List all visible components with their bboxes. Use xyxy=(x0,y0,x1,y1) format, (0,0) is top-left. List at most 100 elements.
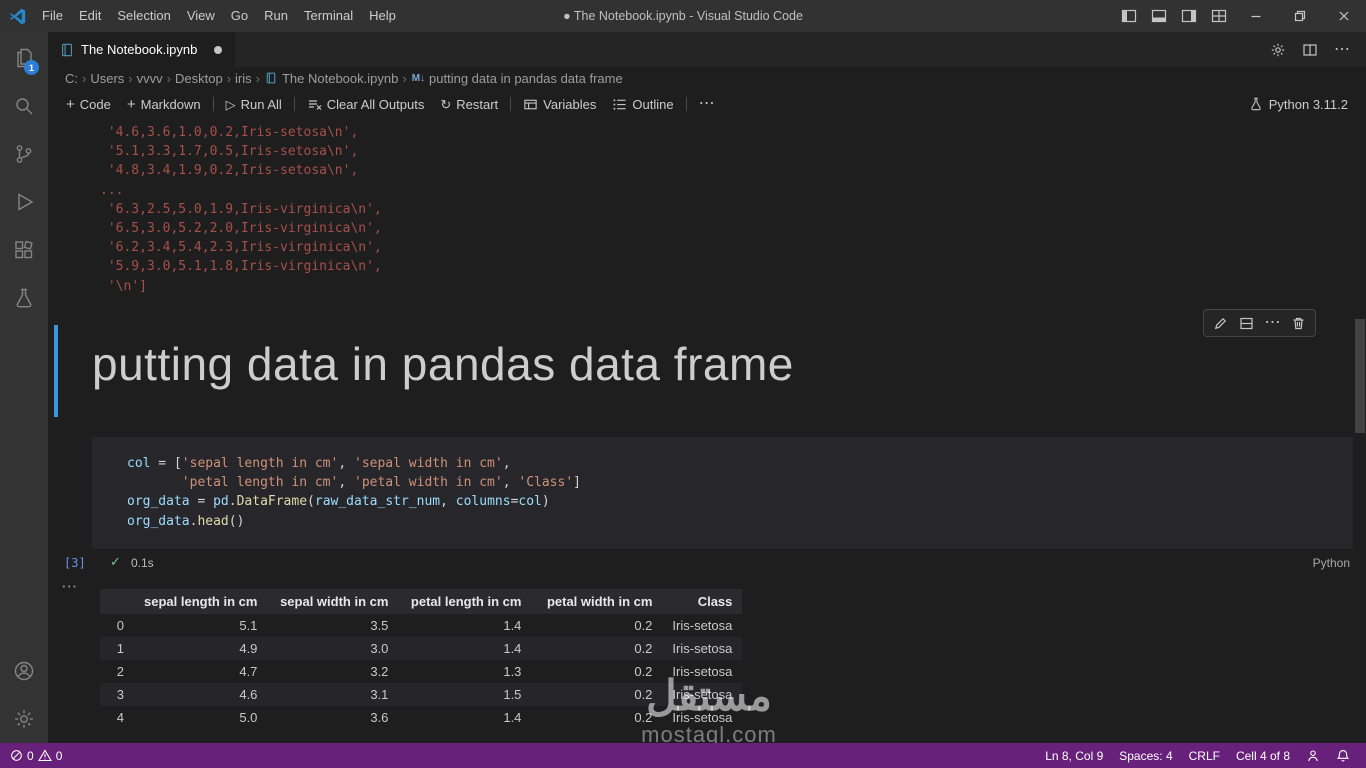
breadcrumb-user[interactable]: vvvv xyxy=(136,71,164,86)
menu-view[interactable]: View xyxy=(179,0,223,32)
close-button[interactable] xyxy=(1322,0,1366,32)
source-control-icon[interactable] xyxy=(0,130,48,178)
cursor-position[interactable]: Ln 8, Col 9 xyxy=(1045,749,1103,763)
toolbar-separator xyxy=(510,97,512,111)
breadcrumb-drive[interactable]: C: xyxy=(64,71,79,86)
cell-more-actions-icon[interactable]: ⋯ xyxy=(1261,313,1284,333)
notebook-body: '4.6,3.6,1.0,0.2,Iris-setosa\n', '5.1,3.… xyxy=(48,119,1366,743)
search-icon[interactable] xyxy=(0,82,48,130)
kernel-picker[interactable]: Python 3.11.2 xyxy=(1249,97,1366,112)
menu-terminal[interactable]: Terminal xyxy=(296,0,361,32)
output-collapse-toggle[interactable]: ··· xyxy=(62,579,78,594)
dataframe-table: sepal length in cm sepal width in cm pet… xyxy=(100,589,743,729)
breadcrumb-symbol[interactable]: putting data in pandas data frame xyxy=(428,71,624,86)
problems-indicator[interactable]: 0 0 xyxy=(10,749,62,763)
settings-gear-icon[interactable] xyxy=(0,695,48,743)
menu-help[interactable]: Help xyxy=(361,0,404,32)
delete-cell-icon[interactable] xyxy=(1287,313,1310,333)
status-bar: 0 0 Ln 8, Col 9 Spaces: 4 CRLF Cell 4 of… xyxy=(0,743,1366,768)
variables-label: Variables xyxy=(543,96,597,112)
accessibility-person-icon[interactable] xyxy=(1306,749,1320,763)
window-title: ● The Notebook.ipynb - Visual Studio Cod… xyxy=(563,9,803,23)
extensions-icon[interactable] xyxy=(0,226,48,274)
code-cell-editor[interactable]: col = ['sepal length in cm', 'sepal widt… xyxy=(92,437,1353,549)
restore-button[interactable] xyxy=(1278,0,1322,32)
table-cell: 1.5 xyxy=(503,687,522,702)
toolbar-more-button[interactable]: ⋯ xyxy=(691,89,723,119)
breadcrumb-folder-iris[interactable]: iris xyxy=(234,71,253,86)
code-token: () xyxy=(228,513,245,529)
clear-all-outputs-button[interactable]: Clear All Outputs xyxy=(299,89,433,119)
add-code-cell-button[interactable]: + Code xyxy=(58,89,119,119)
code-token: pd xyxy=(213,494,229,510)
split-cell-icon[interactable] xyxy=(1235,313,1258,333)
markdown-heading[interactable]: putting data in pandas data frame xyxy=(92,337,794,391)
activity-bar: 1 xyxy=(0,32,48,743)
account-icon[interactable] xyxy=(0,647,48,695)
run-debug-icon[interactable] xyxy=(0,178,48,226)
edit-cell-icon[interactable] xyxy=(1209,313,1232,333)
vertical-scrollbar-thumb[interactable] xyxy=(1355,319,1365,433)
explorer-icon[interactable]: 1 xyxy=(0,34,48,82)
customize-layout-icon[interactable] xyxy=(1204,0,1234,32)
code-token: org_data xyxy=(127,513,190,529)
eol-setting[interactable]: CRLF xyxy=(1189,749,1220,763)
toolbar-separator xyxy=(212,97,214,111)
outline-label: Outline xyxy=(632,96,674,112)
code-token: 'Class' xyxy=(518,475,574,491)
table-row: 2 4.7 3.2 1.3 0.2 Iris-setosa xyxy=(100,660,742,683)
cell-focus-bar xyxy=(54,325,58,417)
cell-indicator[interactable]: Cell 4 of 8 xyxy=(1236,749,1290,763)
output-line: '5.9,3.0,5.1,1.8,Iris-virginica\n', xyxy=(100,259,382,275)
code-token: 'petal width in cm' xyxy=(354,475,503,491)
plus-icon: + xyxy=(126,95,136,113)
unsaved-dot-icon[interactable] xyxy=(214,45,223,54)
code-token: raw_data_str_num xyxy=(314,494,441,510)
notebook-settings-icon[interactable] xyxy=(1270,42,1286,58)
table-row: 3 4.6 3.1 1.5 0.2 Iris-setosa xyxy=(100,683,743,706)
code-token: head xyxy=(197,513,229,529)
run-all-button[interactable]: ▷ Run All xyxy=(218,89,290,119)
table-cell: 3 xyxy=(116,687,124,702)
tab-bar: The Notebook.ipynb ⋯ xyxy=(48,32,1366,67)
menu-selection[interactable]: Selection xyxy=(109,0,178,32)
toggle-sidebar-icon[interactable] xyxy=(1114,0,1144,32)
table-cell: 0.2 xyxy=(634,618,653,633)
table-cell: Iris-setosa xyxy=(672,618,733,633)
indentation-setting[interactable]: Spaces: 4 xyxy=(1119,749,1172,763)
split-editor-icon[interactable] xyxy=(1302,42,1318,58)
breadcrumb-users[interactable]: Users xyxy=(89,71,125,86)
menu-run[interactable]: Run xyxy=(256,0,296,32)
code-line: org_data = pd.DataFrame(raw_data_str_num… xyxy=(127,492,1353,511)
menu-file[interactable]: File xyxy=(34,0,71,32)
code-token: = [ xyxy=(150,456,182,471)
output-line: '4.6,3.6,1.0,0.2,Iris-setosa\n', xyxy=(100,125,359,140)
cell-language-picker[interactable]: Python xyxy=(1313,556,1350,570)
code-token: , xyxy=(502,456,511,471)
outline-icon xyxy=(612,97,627,112)
menu-edit[interactable]: Edit xyxy=(71,0,109,32)
table-row: 4 5.0 3.6 1.4 0.2 Iris-setosa xyxy=(100,706,742,729)
tab-the-notebook[interactable]: The Notebook.ipynb xyxy=(48,32,236,67)
toggle-secondary-sidebar-icon[interactable] xyxy=(1174,0,1204,32)
add-markdown-cell-button[interactable]: + Markdown xyxy=(119,89,209,119)
table-row: 0 5.1 3.5 1.4 0.2 Iris-setosa xyxy=(100,614,742,637)
code-token: ) xyxy=(541,494,550,510)
code-token: col xyxy=(127,456,151,471)
variables-button[interactable]: Variables xyxy=(515,89,604,119)
notifications-bell-icon[interactable] xyxy=(1336,749,1350,763)
minimize-button[interactable] xyxy=(1234,0,1278,32)
cell-output-text: '4.6,3.6,1.0,0.2,Iris-setosa\n', '5.1,3.… xyxy=(100,123,382,296)
outline-button[interactable]: Outline xyxy=(604,89,681,119)
breadcrumb-file[interactable]: The Notebook.ipynb xyxy=(281,71,399,86)
testing-icon[interactable] xyxy=(0,274,48,322)
restart-button[interactable]: ↻ Restart xyxy=(432,89,506,119)
table-cell: 3.6 xyxy=(370,710,389,725)
toggle-panel-icon[interactable] xyxy=(1144,0,1174,32)
clear-all-icon xyxy=(307,97,322,112)
menu-go[interactable]: Go xyxy=(223,0,256,32)
toolbar-separator xyxy=(293,97,295,111)
execution-count: [3] xyxy=(64,556,86,570)
breadcrumb-desktop[interactable]: Desktop xyxy=(174,71,224,86)
editor-more-actions-icon[interactable]: ⋯ xyxy=(1334,41,1350,58)
